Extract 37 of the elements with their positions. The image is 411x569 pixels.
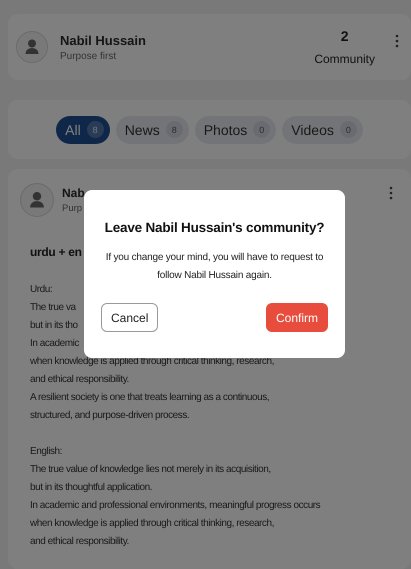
count-badge: 0 — [253, 121, 270, 138]
post-text-line: when knowledge is applied through critical thinking, research, — [30, 355, 274, 369]
filter-tab[interactable]: News 8 — [116, 116, 189, 144]
dialog-title: Leave Nabil Hussain's community? — [104, 220, 324, 235]
filter-tab[interactable]: Videos 0 — [282, 116, 363, 144]
count-badge: 0 — [340, 121, 357, 138]
post-text-line: In academic — [30, 337, 79, 351]
post-title: urdu + en — [30, 245, 82, 259]
filter-tab[interactable]: Photos 0 — [194, 116, 276, 144]
post-text-line: A resilient society is one that treats learning as a continuous, — [30, 391, 270, 405]
filter-tab[interactable]: All 8 — [56, 116, 110, 144]
post-text-line: and ethical responsibility. — [30, 535, 129, 549]
more-icon[interactable] — [389, 186, 393, 200]
count-badge: 8 — [166, 121, 183, 138]
community-label: Community — [314, 52, 375, 66]
avatar-icon — [16, 31, 48, 64]
post-text-line: structured, and purpose-driven process. — [30, 409, 190, 423]
post-text-line: English: — [30, 445, 62, 459]
post-text-line: but in its tho — [30, 319, 78, 333]
post-text-line: The true value of knowledge lies not merely in its acquisition, — [30, 463, 271, 477]
cancel-button[interactable]: Cancel — [101, 303, 158, 332]
post-text-line: Urdu: — [30, 283, 52, 297]
profile-tagline: Purpose first — [60, 50, 118, 62]
author-tagline: Purp — [62, 203, 84, 214]
avatar-icon — [20, 183, 54, 217]
post-text-line: but in its thoughtful application. — [30, 481, 152, 495]
dialog-message: If you change your mind, you will have to request to follow Nabil Hussain again. — [104, 251, 324, 283]
post-text-line: and ethical responsibility. — [30, 373, 129, 387]
post-text-line: when knowledge is applied through critical thinking, research, — [30, 517, 274, 531]
post-text-line: In academic and professional environments, meaningful progress occurs — [30, 499, 320, 513]
count-badge: 8 — [86, 121, 104, 138]
more-icon[interactable] — [395, 34, 399, 48]
author-name: Nab — [62, 186, 85, 200]
profile-name: Nabil Hussain — [60, 32, 146, 48]
community-count: 2 — [340, 28, 349, 44]
post-text-line: The true va — [30, 301, 76, 315]
confirm-button[interactable]: Confirm — [266, 303, 328, 332]
